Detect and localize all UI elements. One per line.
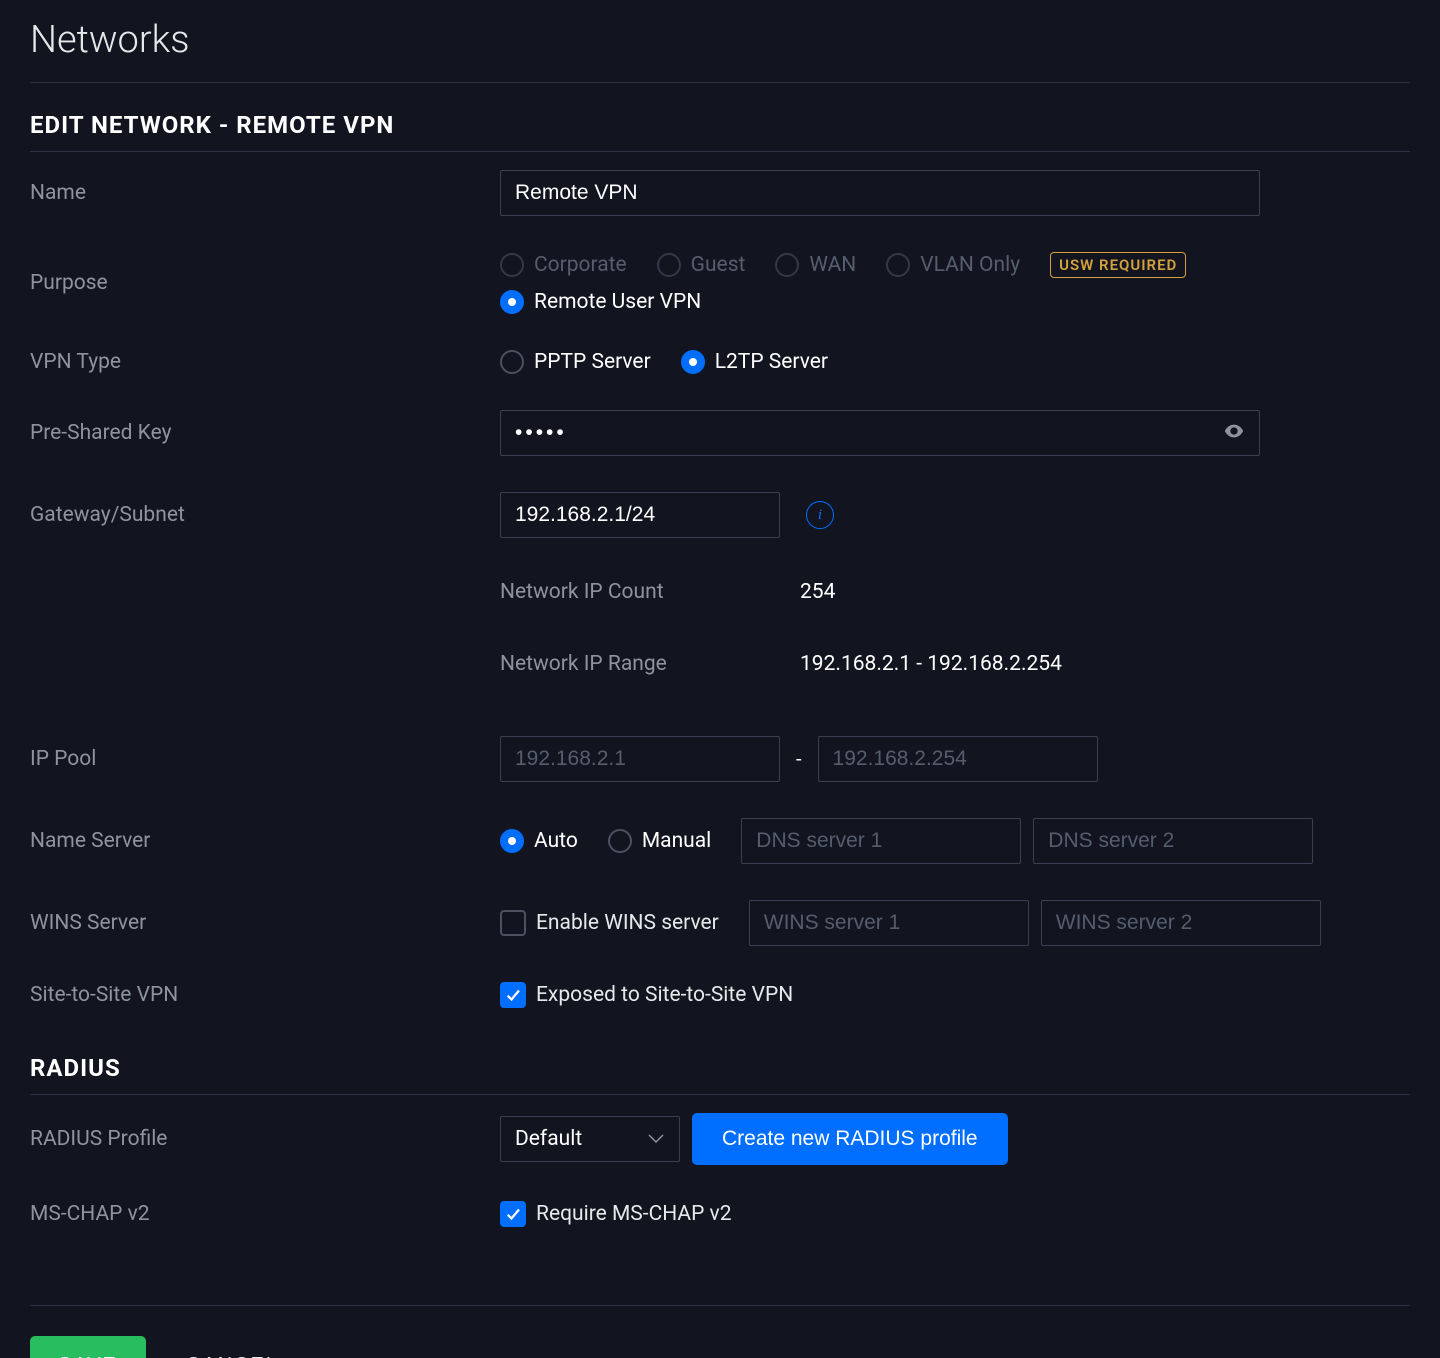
mschap-require-label: Require MS-CHAP v2 xyxy=(536,1202,732,1226)
s2s-expose-checkbox[interactable]: Exposed to Site-to-Site VPN xyxy=(500,982,793,1008)
info-icon[interactable]: i xyxy=(806,501,834,529)
wins-enable-checkbox[interactable]: Enable WINS server xyxy=(500,910,719,936)
ip-range-label: Network IP Range xyxy=(500,652,800,676)
psk-input-wrapper xyxy=(500,410,1260,456)
vpn-type-label: VPN Type xyxy=(30,350,500,374)
reveal-password-icon[interactable] xyxy=(1223,420,1245,447)
purpose-wan-radio[interactable]: WAN xyxy=(775,253,856,277)
purpose-remote-user-vpn-radio[interactable]: Remote User VPN xyxy=(500,290,701,314)
wins-enable-label: Enable WINS server xyxy=(536,911,719,935)
psk-label: Pre-Shared Key xyxy=(30,421,500,445)
s2s-expose-label: Exposed to Site-to-Site VPN xyxy=(536,983,793,1007)
radius-profile-value: Default xyxy=(515,1127,582,1151)
gateway-input[interactable] xyxy=(500,492,780,538)
ip-pool-dash: - xyxy=(792,747,806,771)
purpose-guest-radio[interactable]: Guest xyxy=(657,253,746,277)
s2s-label: Site-to-Site VPN xyxy=(30,983,500,1007)
ip-pool-start-input[interactable] xyxy=(500,736,780,782)
purpose-label: Purpose xyxy=(30,271,500,295)
edit-network-title: EDIT NETWORK - REMOTE VPN xyxy=(30,83,1410,152)
save-button[interactable]: SAVE xyxy=(30,1336,146,1358)
ip-pool-end-input[interactable] xyxy=(818,736,1098,782)
create-radius-profile-button[interactable]: Create new RADIUS profile xyxy=(692,1113,1008,1165)
ip-count-label: Network IP Count xyxy=(500,580,800,604)
wins-server-label: WINS Server xyxy=(30,911,500,935)
gateway-label: Gateway/Subnet xyxy=(30,503,500,527)
cancel-button[interactable]: CANCEL xyxy=(186,1354,279,1358)
name-server-auto-radio[interactable]: Auto xyxy=(500,829,578,853)
purpose-corporate-radio[interactable]: Corporate xyxy=(500,253,627,277)
radius-profile-select[interactable]: Default xyxy=(500,1116,680,1162)
dns-server-1-input[interactable] xyxy=(741,818,1021,864)
psk-input[interactable] xyxy=(501,411,1223,455)
purpose-vlan-only-radio[interactable]: VLAN Only xyxy=(886,253,1020,277)
vpn-type-l2tp-radio[interactable]: L2TP Server xyxy=(681,350,828,374)
radius-profile-label: RADIUS Profile xyxy=(30,1127,500,1151)
mschap-require-checkbox[interactable]: Require MS-CHAP v2 xyxy=(500,1201,732,1227)
ip-range-value: 192.168.2.1 - 192.168.2.254 xyxy=(800,652,1062,676)
radius-section-title: RADIUS xyxy=(30,1026,1410,1095)
name-server-label: Name Server xyxy=(30,829,500,853)
vpn-type-pptp-radio[interactable]: PPTP Server xyxy=(500,350,651,374)
dns-server-2-input[interactable] xyxy=(1033,818,1313,864)
wins-server-2-input[interactable] xyxy=(1041,900,1321,946)
chevron-down-icon xyxy=(647,1133,665,1145)
usw-required-badge: USW REQUIRED xyxy=(1050,252,1186,278)
wins-server-1-input[interactable] xyxy=(749,900,1029,946)
page-title: Networks xyxy=(30,10,1410,83)
ip-pool-label: IP Pool xyxy=(30,747,500,771)
mschap-label: MS-CHAP v2 xyxy=(30,1202,500,1226)
name-input[interactable] xyxy=(500,170,1260,216)
name-label: Name xyxy=(30,181,500,205)
name-server-manual-radio[interactable]: Manual xyxy=(608,829,711,853)
ip-count-value: 254 xyxy=(800,580,835,604)
